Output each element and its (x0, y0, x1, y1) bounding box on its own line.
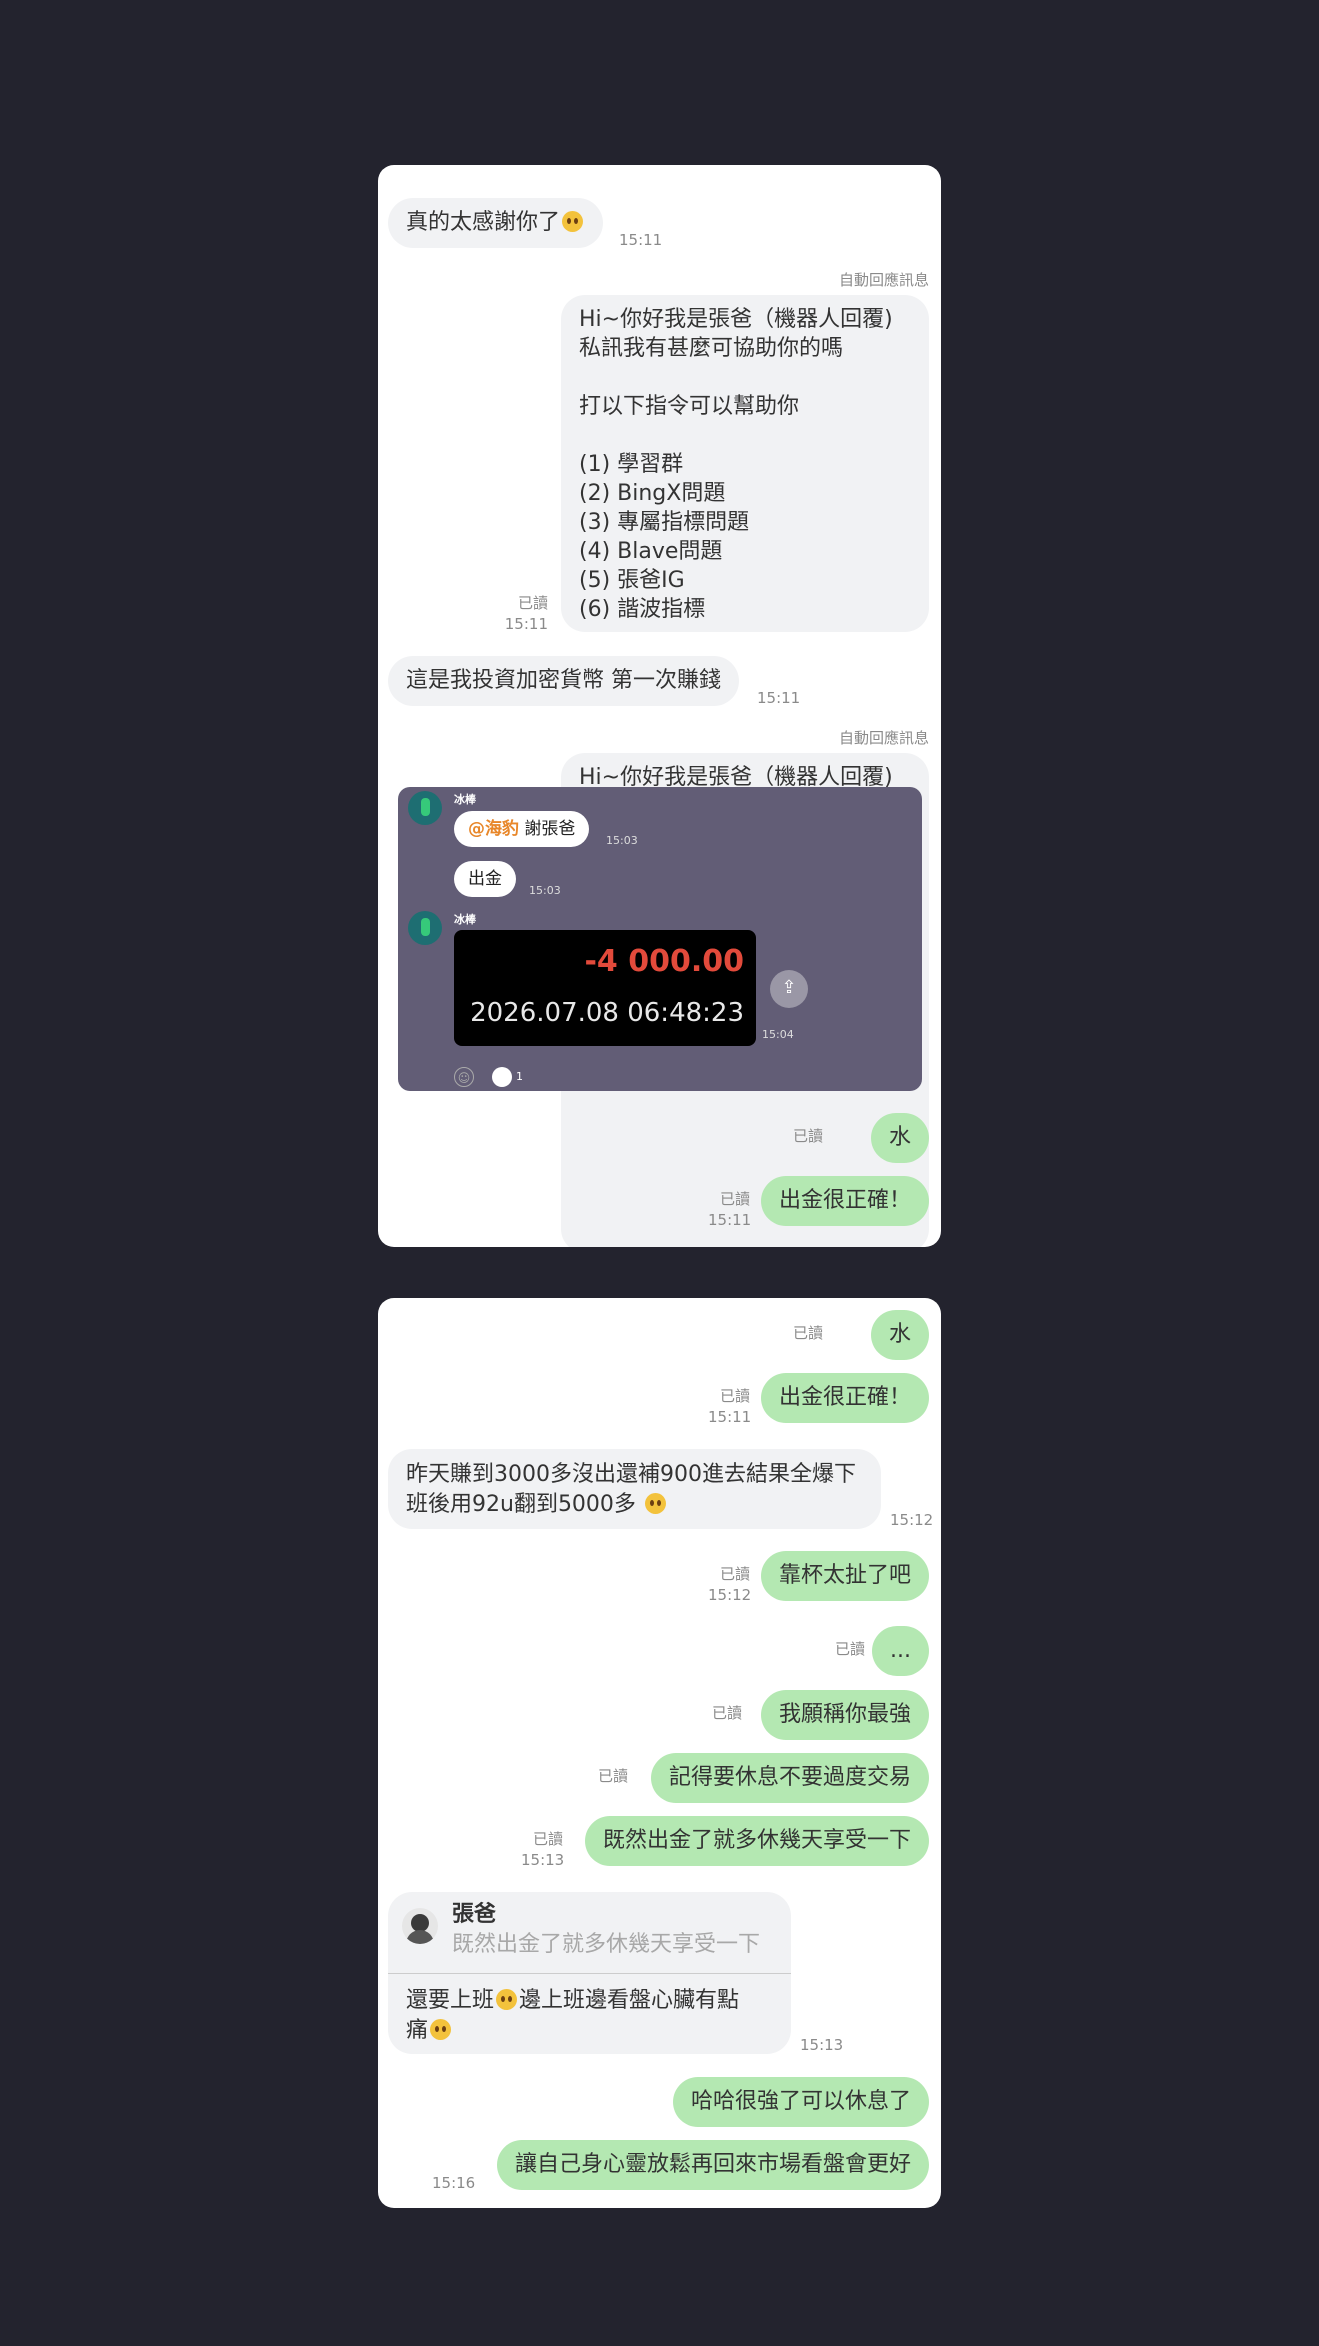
pleading-face-icon (644, 1493, 666, 1514)
read-receipt: 已讀 15:11 (708, 1190, 752, 1229)
reply-sender-name: 張爸 (452, 1902, 497, 1927)
timestamp: 15:11 (619, 231, 663, 249)
bot-reply-line: 打以下指令可以幫助你 (579, 394, 800, 419)
share-icon: ⇪ (770, 970, 808, 1008)
reaction-avatar-icon (492, 1067, 512, 1087)
chat-screenshot-top: 真的太感謝你了 15:11 自動回應訊息 Hi~你好我是張爸（機器人回覆) 私訊我… (378, 165, 941, 1247)
read-receipt: 已讀 (712, 1704, 743, 1722)
outgoing-message[interactable]: 水 (870, 1113, 929, 1163)
outgoing-message[interactable]: 水 (870, 1310, 929, 1360)
sender-avatar (408, 791, 442, 825)
reaction-count: 1 (516, 1070, 523, 1083)
timestamp: 15:12 (890, 1511, 934, 1529)
outgoing-message[interactable]: 記得要休息不要過度交易 (650, 1753, 929, 1803)
auto-reply-label: 自動回應訊息 (838, 729, 929, 747)
read-receipt: 已讀 (793, 1127, 824, 1145)
user-avatar (402, 1908, 438, 1944)
sender-avatar (408, 911, 442, 945)
read-receipt: 已讀 15:11 (708, 1387, 752, 1426)
bot-auto-reply[interactable]: Hi~你好我是張爸（機器人回覆) 私訊我有甚麼可協助你的嗎 打以下指令可以幫助你 (1… (561, 295, 929, 632)
auto-reply-label: 自動回應訊息 (838, 271, 929, 289)
pleading-face-icon (562, 211, 584, 232)
withdrawal-amount: -4 000.00 (584, 944, 744, 979)
incoming-message[interactable]: 昨天賺到3000多沒出還補900進去結果全爆下 班後用92u翻到5000多 (388, 1449, 881, 1529)
timestamp: 15:04 (762, 1028, 794, 1041)
reply-divider (388, 1973, 791, 1974)
outgoing-message[interactable]: 我願稱你最強 (760, 1690, 929, 1740)
read-receipt: 已讀 (835, 1640, 866, 1658)
bot-reply-line (579, 421, 911, 450)
bot-reply-line: (1) 學習群 (579, 452, 684, 477)
incoming-message[interactable]: 真的太感謝你了 (388, 198, 604, 248)
timestamp: 15:16 (432, 2174, 476, 2192)
timestamp: 15:11 (757, 689, 801, 707)
sender-name: 冰棒 (454, 793, 476, 806)
outgoing-message[interactable]: 哈哈很強了可以休息了 (672, 2077, 929, 2127)
bot-reply-line: (3) 專屬指標問題 (579, 510, 750, 535)
read-receipt: 已讀 (598, 1767, 629, 1785)
withdraw-bubble: 出金 (454, 861, 516, 897)
bot-reply-line: (2) BingX問題 (579, 481, 726, 506)
bot-reply-line: 私訊我有甚麼可協助你的嗎 (579, 336, 844, 361)
outgoing-message[interactable]: ... (872, 1626, 929, 1676)
bot-reply-line: Hi~你好我是張爸（機器人回覆) (579, 307, 893, 332)
outgoing-message[interactable]: 出金很正確！ (760, 1176, 929, 1226)
withdrawal-datetime: 2026.07.08 06:48:23 (470, 998, 744, 1028)
incoming-message[interactable]: 這是我投資加密貨幣 第一次賺錢 (388, 656, 739, 706)
timestamp: 15:13 (800, 2036, 844, 2054)
incoming-reply-message[interactable]: 張爸 既然出金了就多休幾天享受一下 還要上班 邊上班邊看盤心臟有點 痛 (388, 1892, 791, 2054)
withdrawal-card: -4 000.00 2026.07.08 06:48:23 (454, 930, 756, 1046)
outgoing-message[interactable]: 讓自己身心靈放鬆再回來市場看盤會更好 (496, 2140, 929, 2190)
bot-reply-line: (4) Blave問題 (579, 539, 723, 564)
bot-reply-line (579, 363, 911, 392)
reply-text: 還要上班 邊上班邊看盤心臟有點 痛 (406, 1988, 740, 2043)
timestamp: 15:03 (606, 834, 638, 847)
smiley-icon: ☺ (454, 1067, 474, 1087)
bot-reply-line: (6) 諧波指標 (579, 597, 706, 622)
outgoing-message[interactable]: 既然出金了就多休幾天享受一下 (584, 1816, 929, 1866)
chat-screenshot-bottom: 已讀 水 已讀 15:11 出金很正確！ 昨天賺到3000多沒出還補900進去結果… (378, 1298, 941, 2208)
outgoing-message[interactable]: 靠杯太扯了吧 (760, 1551, 929, 1601)
timestamp: 15:03 (529, 884, 561, 897)
sender-name: 冰棒 (454, 913, 476, 926)
read-receipt: 已讀 15:13 (521, 1830, 565, 1869)
read-receipt: 已讀 (793, 1324, 824, 1342)
quoted-message: 既然出金了就多休幾天享受一下 (452, 1932, 761, 1957)
woozy-face-icon (430, 2019, 452, 2040)
outgoing-message[interactable]: 出金很正確！ (760, 1373, 929, 1423)
read-receipt: 已讀 15:11 (504, 594, 548, 633)
pleading-face-icon (496, 1989, 518, 2010)
bot-reply-line: (5) 張爸IG (579, 568, 685, 593)
thanks-bubble: @海豹 謝張爸 (454, 811, 590, 847)
withdrawal-screenshot-image[interactable]: 冰棒 @海豹 謝張爸 15:03 出金 15:03 冰棒 -4 000.00 2… (398, 787, 922, 1091)
read-receipt: 已讀 15:12 (708, 1565, 752, 1604)
